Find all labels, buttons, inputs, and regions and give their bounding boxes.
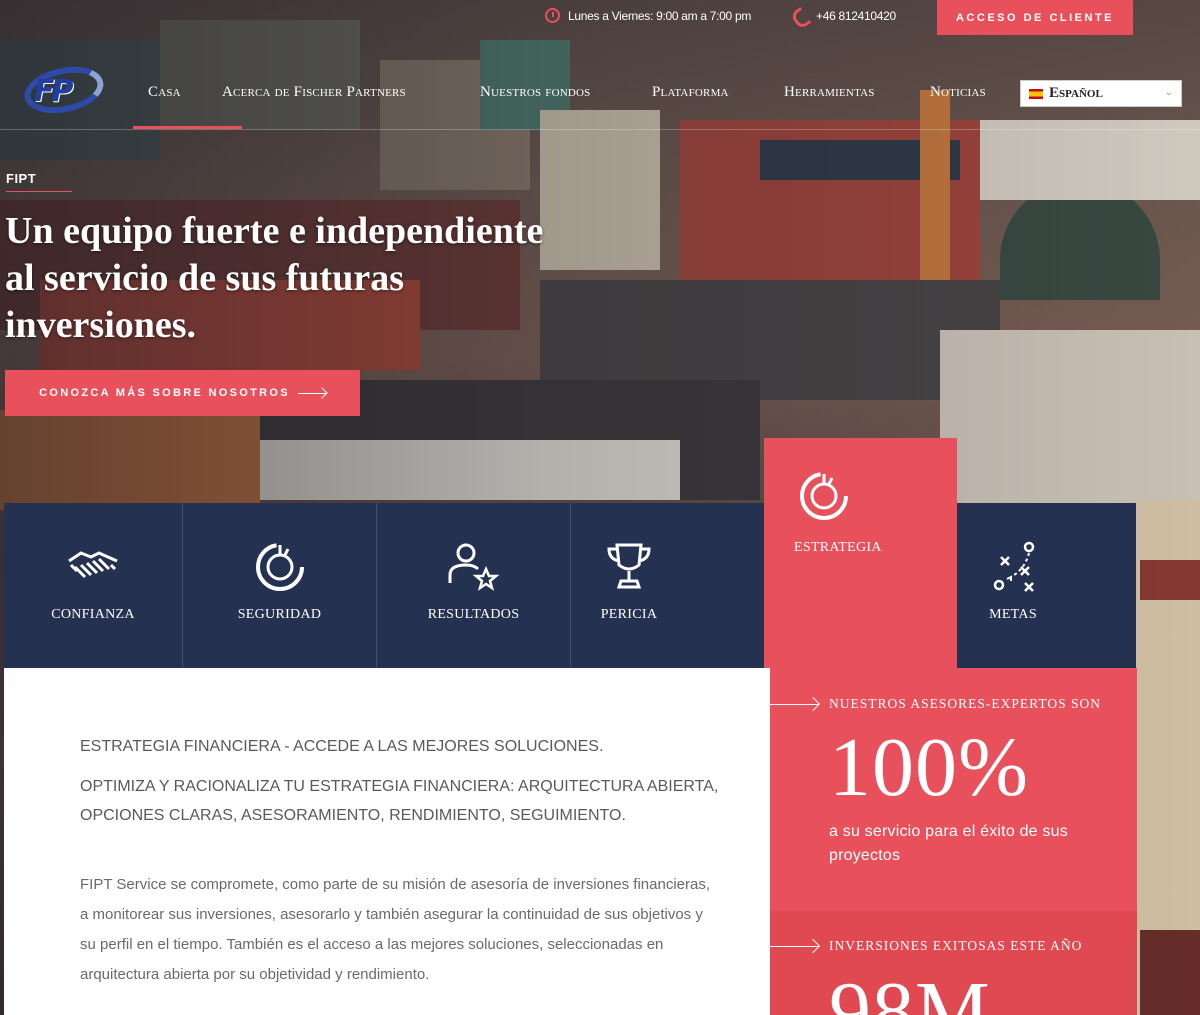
nav-funds[interactable]: Nuestros fondos	[480, 84, 591, 101]
hero-title: Un equipo fuerte e independiente al serv…	[5, 210, 544, 346]
content-heading-2: OPTIMIZA Y RACIONALIZA TU ESTRATEGIA FIN…	[80, 778, 719, 824]
language-label: Español	[1049, 85, 1103, 101]
nav-news[interactable]: Noticias	[930, 84, 986, 101]
trophy-icon	[607, 543, 651, 589]
stat-value: 98M	[829, 965, 991, 1015]
handshake-icon	[68, 551, 118, 579]
business-hours: Lunes a Viernes: 9:00 am a 7:00 pm	[545, 8, 751, 23]
phone-contact[interactable]: +46 812410420	[793, 8, 896, 23]
language-select[interactable]: Español ⌄	[1020, 80, 1182, 107]
nav-home[interactable]: Casa	[148, 84, 181, 101]
feature-label: PERICIA	[600, 607, 658, 622]
clock-icon	[545, 8, 560, 23]
stat-value: 100%	[829, 721, 1029, 814]
arrow-right-icon	[770, 946, 818, 947]
site-logo[interactable]: FP	[10, 60, 110, 124]
nav-platform[interactable]: Plataforma	[652, 84, 729, 101]
client-access-button[interactable]: ACCESO DE CLIENTE	[937, 0, 1133, 35]
arrow-right-icon	[770, 704, 818, 705]
stat-kicker: NUESTROS ASESORES-EXPERTOS SON	[829, 696, 1101, 711]
nav-tools[interactable]: Herramientas	[784, 84, 875, 101]
nav-about[interactable]: Acerca de Fischer Partners	[222, 84, 406, 101]
feature-pericia[interactable]: PERICIA	[571, 503, 687, 668]
nav-divider	[0, 129, 1200, 130]
content-body: FIPT Service se compromete, como parte d…	[80, 876, 711, 983]
learn-more-button[interactable]: CONOZCA MÁS SOBRE NOSOTROS	[5, 370, 360, 416]
phone-icon	[793, 8, 808, 23]
content-panel: ESTRATEGIA FINANCIERA - ACCEDE A LAS MEJ…	[4, 668, 770, 1015]
feature-label: CONFIANZA	[51, 607, 135, 622]
feature-resultados[interactable]: RESULTADOS	[377, 503, 570, 668]
chart-ring-icon	[800, 472, 848, 520]
stats-panel: NUESTROS ASESORES-EXPERTOS SON 100% a su…	[770, 668, 1137, 1015]
spain-flag-icon	[1029, 88, 1043, 99]
content-heading-1: ESTRATEGIA FINANCIERA - ACCEDE A LAS MEJ…	[80, 738, 604, 755]
feature-label: ESTRATEGIA	[794, 540, 882, 555]
user-star-icon	[448, 543, 499, 591]
feature-label: SEGURIDAD	[237, 607, 322, 622]
feature-seguridad[interactable]: SEGURIDAD	[183, 503, 376, 668]
feature-estrategia[interactable]: ESTRATEGIA	[764, 438, 957, 668]
feature-confianza[interactable]: CONFIANZA	[4, 503, 182, 668]
feature-metas[interactable]: METAS	[957, 503, 1069, 668]
feature-label: RESULTADOS	[427, 607, 520, 622]
tactics-icon	[993, 541, 1035, 592]
stat-kicker: INVERSIONES EXITOSAS ESTE AÑO	[829, 938, 1083, 953]
feature-label: METAS	[989, 607, 1037, 622]
business-hours-text: Lunes a Viernes: 9:00 am a 7:00 pm	[568, 8, 752, 23]
logo-letters: FP	[34, 74, 74, 109]
learn-more-label: CONOZCA MÁS SOBRE NOSOTROS	[39, 387, 290, 399]
eyebrow-underline	[6, 191, 72, 192]
hero-eyebrow: FIPT	[6, 171, 37, 186]
arrow-right-icon	[297, 392, 326, 394]
chevron-down-icon: ⌄	[1164, 87, 1173, 98]
phone-number[interactable]: +46 812410420	[816, 9, 896, 23]
stat-description: a su servicio para el éxito de sus proye…	[829, 823, 1068, 864]
chart-ring-icon	[255, 543, 304, 591]
